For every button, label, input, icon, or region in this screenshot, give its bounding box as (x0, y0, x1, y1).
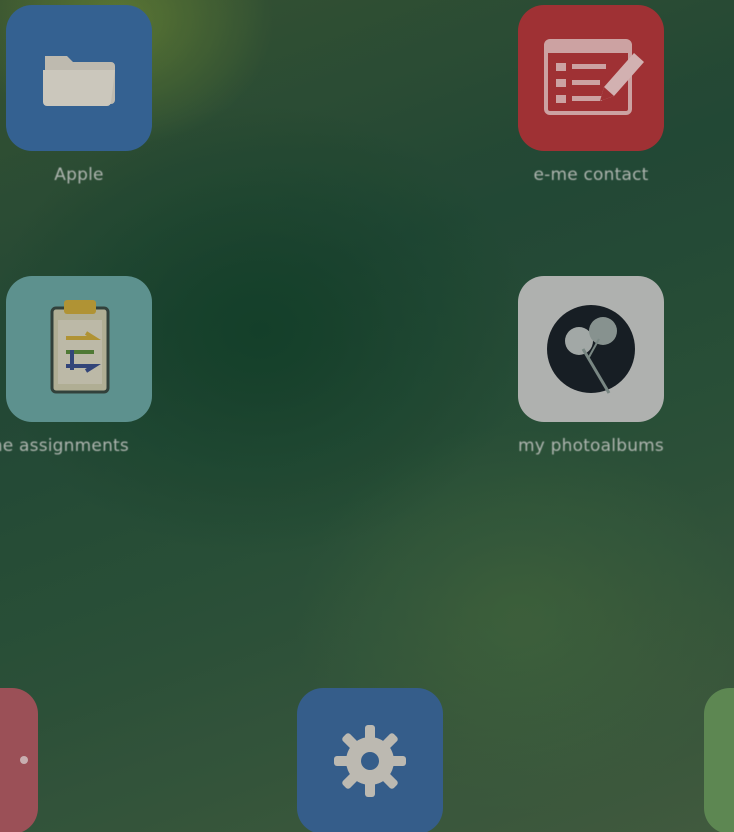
home-screen: Apple e-me contact e assignments my phot… (0, 0, 734, 832)
dandelion-icon (547, 305, 635, 394)
app-tile-settings[interactable] (297, 688, 443, 832)
app-tile-apple[interactable] (6, 5, 152, 151)
app-icon-partial-left (20, 756, 28, 764)
app-apple[interactable]: Apple (6, 5, 152, 185)
dock-app-settings[interactable] (297, 688, 443, 832)
app-label-e-me-contact: e-me contact (533, 165, 649, 185)
app-tile-e-me-assignments[interactable] (6, 276, 152, 422)
dock-app-partial-right[interactable] (704, 688, 734, 832)
app-e-me-assignments[interactable]: e-me assignments (0, 276, 152, 456)
app-tile-my-photoalbums[interactable] (518, 276, 664, 422)
app-e-me-contact[interactable]: e-me contact (518, 5, 664, 185)
app-my-photoalbums[interactable]: my photoalbums (518, 276, 664, 456)
clipboard-icon (50, 300, 110, 394)
settings-gear-icon (334, 725, 406, 797)
app-label-e-me-assignments: e-me assignments (0, 436, 129, 456)
app-label-my-photoalbums: my photoalbums (518, 436, 664, 456)
app-label-apple: Apple (54, 165, 104, 185)
app-tile-e-me-contact[interactable] (518, 5, 664, 151)
notepad-pencil-icon (544, 39, 644, 115)
folder-icon (43, 56, 115, 106)
dock-app-partial-left[interactable] (0, 688, 38, 832)
